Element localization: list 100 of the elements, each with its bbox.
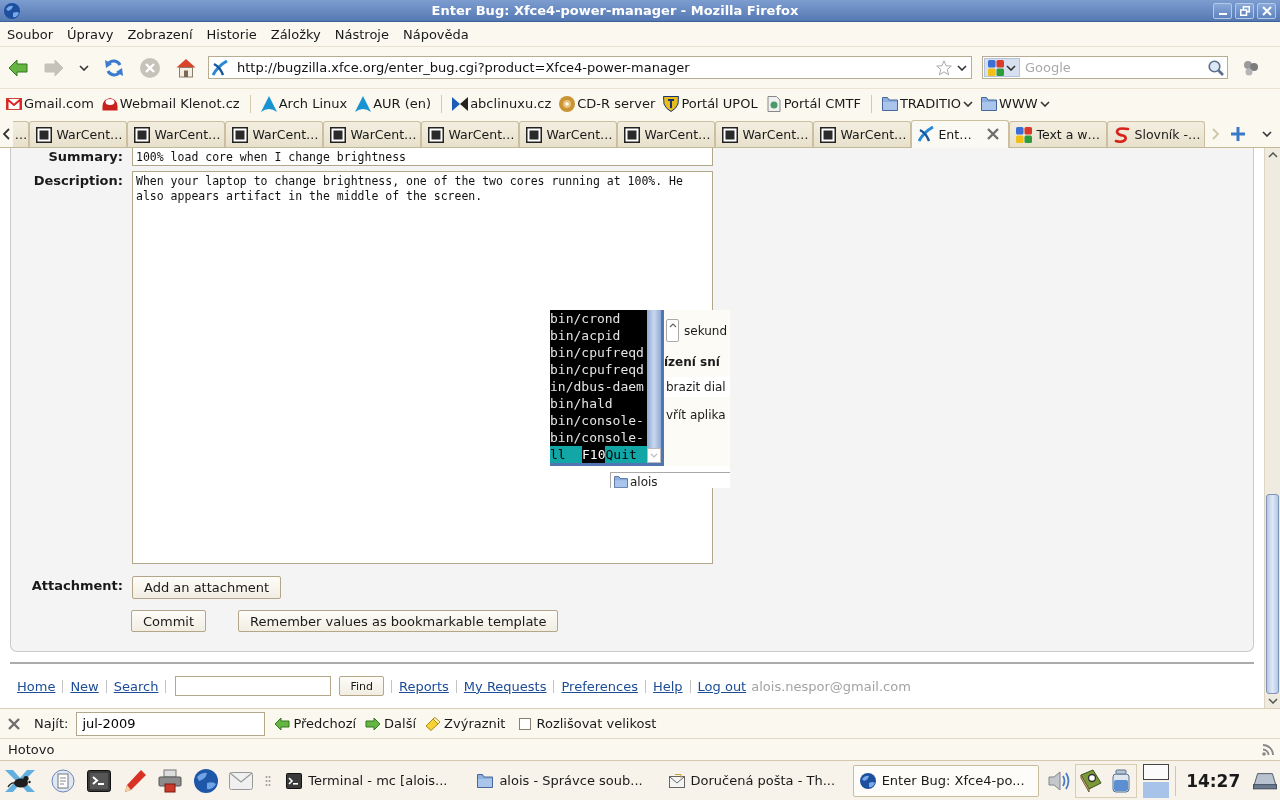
star-icon[interactable]: [936, 59, 952, 76]
menu-item[interactable]: Záložky: [263, 25, 328, 43]
caret-icon: [1006, 64, 1016, 71]
tab[interactable]: WarCent…: [813, 121, 912, 147]
close-tab-button[interactable]: [987, 128, 1000, 140]
clock: 14:27: [1186, 770, 1241, 791]
tile-icon: [232, 126, 249, 143]
task-button[interactable]: Terminal - mc [alois...: [279, 764, 466, 797]
tile-icon: [134, 126, 151, 143]
bookmark-item[interactable]: Gmail.com: [2, 92, 98, 115]
tab[interactable]: Ent…: [911, 120, 1010, 148]
form-button[interactable]: Commit: [131, 610, 207, 632]
terminal-line: bin/cpufreqd: [550, 344, 645, 361]
reload-icon: [104, 57, 124, 78]
menu-item[interactable]: Historie: [199, 25, 264, 43]
tab[interactable]: WarCent…: [519, 121, 618, 147]
drag-handle-icon[interactable]: [265, 774, 272, 787]
arrow-right-icon: [44, 57, 64, 78]
envelope-icon: [668, 772, 685, 789]
workspace[interactable]: [1143, 763, 1170, 780]
user-email: alois.nespor@gmail.com: [751, 678, 911, 694]
tab[interactable]: WarCent…: [715, 121, 814, 147]
bookmark-item[interactable]: abclinuxu.cz: [448, 92, 556, 115]
tab[interactable]: WarCent…: [29, 121, 128, 147]
quick-search-field[interactable]: [175, 676, 332, 696]
footer-link[interactable]: Help: [652, 678, 683, 694]
search-bar[interactable]: Google: [982, 56, 1228, 79]
function-key: F10: [582, 446, 606, 463]
search-field[interactable]: Google: [1020, 58, 1208, 77]
terminal-line: bin/cpufreqd: [550, 361, 645, 378]
caret-icon: [79, 64, 89, 71]
disc-icon: [559, 95, 576, 112]
form-button[interactable]: Remember values as bookmarkable template: [238, 610, 559, 632]
tab[interactable]: Slovník -…: [1107, 121, 1206, 147]
tab[interactable]: WarCent…: [225, 121, 324, 147]
blocks-icon: [988, 59, 1004, 76]
scrollbar-thumb[interactable]: [1266, 494, 1279, 694]
find-button[interactable]: Find: [339, 676, 384, 696]
folder-label: alois: [630, 475, 658, 488]
chevron-up-icon[interactable]: [1267, 152, 1278, 158]
checkbox[interactable]: [519, 717, 532, 730]
globe-icon: [4, 2, 20, 19]
chevron-down-icon[interactable]: [1267, 698, 1278, 704]
task-button[interactable]: Enter Bug: Xfce4-po...: [852, 764, 1039, 797]
terminal-line: bin/hald: [550, 395, 614, 412]
footer-link[interactable]: My Requests: [463, 678, 547, 694]
tab[interactable]: WarCent…: [617, 121, 716, 147]
peak-icon: [260, 95, 277, 112]
scrollbar[interactable]: [1264, 148, 1280, 708]
squiggle-icon: [1114, 126, 1131, 143]
spin-button[interactable]: [666, 319, 679, 342]
address-field[interactable]: http://bugzilla.xfce.org/enter_bug.cgi?product=Xfce4-power-manager: [208, 56, 972, 79]
document-icon: [765, 95, 782, 112]
maximize-button[interactable]: [1235, 2, 1254, 19]
task-button[interactable]: alois - Správce soub...: [470, 764, 657, 797]
footer-link[interactable]: Log out: [697, 678, 747, 694]
footer-link[interactable]: New: [70, 678, 99, 694]
footer-link[interactable]: Reports: [398, 678, 449, 694]
search-engine-button[interactable]: [984, 58, 1020, 77]
close-button[interactable]: [1257, 2, 1276, 19]
bookmark-item[interactable]: AUR (en): [351, 92, 436, 115]
bookmark-item[interactable]: CD-R server: [555, 92, 660, 115]
blocks-icon: [1016, 126, 1033, 143]
tab[interactable]: Text a w…: [1009, 121, 1108, 147]
bookmark-folder[interactable]: WWW: [977, 92, 1054, 115]
search-icon[interactable]: [1208, 59, 1224, 76]
terminal-line: bin/console-: [550, 412, 645, 429]
match-case-option[interactable]: Rozlišovat velikost: [519, 716, 657, 731]
footer-link[interactable]: Home: [17, 678, 56, 694]
next-button[interactable]: Další: [365, 714, 417, 733]
chevron-down-icon: [647, 448, 661, 463]
task-button[interactable]: Doručená pošta - Th...: [661, 764, 848, 797]
find-field[interactable]: jul-2009: [76, 711, 266, 736]
globe-icon: [193, 768, 218, 793]
bookmark-item[interactable]: Portál UPOL: [659, 92, 762, 115]
minimize-button[interactable]: [1213, 2, 1232, 19]
bookmark-folder[interactable]: TRADITIO: [877, 92, 978, 115]
menu-item[interactable]: Soubor: [0, 25, 60, 43]
bookmark-item[interactable]: Arch Linux: [256, 92, 352, 115]
tab[interactable]: WarCent…: [323, 121, 422, 147]
tab[interactable]: WarCent…: [421, 121, 520, 147]
menu-item[interactable]: Úpravy: [60, 25, 121, 43]
close-find-button[interactable]: [8, 717, 20, 730]
menu-item[interactable]: Nápověda: [395, 25, 476, 43]
footer-link[interactable]: Search: [113, 678, 159, 694]
bookmark-item[interactable]: Portál CMTF: [761, 92, 865, 115]
shield-icon: [663, 95, 680, 112]
tab[interactable]: …: [13, 121, 30, 147]
bookmark-item[interactable]: Webmail Klenot.cz: [97, 92, 244, 115]
caret-icon[interactable]: [957, 64, 967, 71]
menu-item[interactable]: Nástroje: [327, 25, 396, 43]
summary-field[interactable]: 100% load core when I change brightness: [132, 148, 713, 166]
add-attachment-button[interactable]: Add an attachment: [132, 576, 282, 599]
tile-icon: [820, 126, 837, 143]
tab[interactable]: WarCent…: [127, 121, 226, 147]
menu-item[interactable]: Zobrazení: [120, 25, 200, 43]
previous-button[interactable]: Předchozí: [274, 714, 357, 733]
footer-link[interactable]: Preferences: [561, 678, 638, 694]
dialog-field[interactable]: brazit dial: [664, 377, 730, 397]
highlight-button[interactable]: Zvýraznit: [425, 714, 506, 733]
